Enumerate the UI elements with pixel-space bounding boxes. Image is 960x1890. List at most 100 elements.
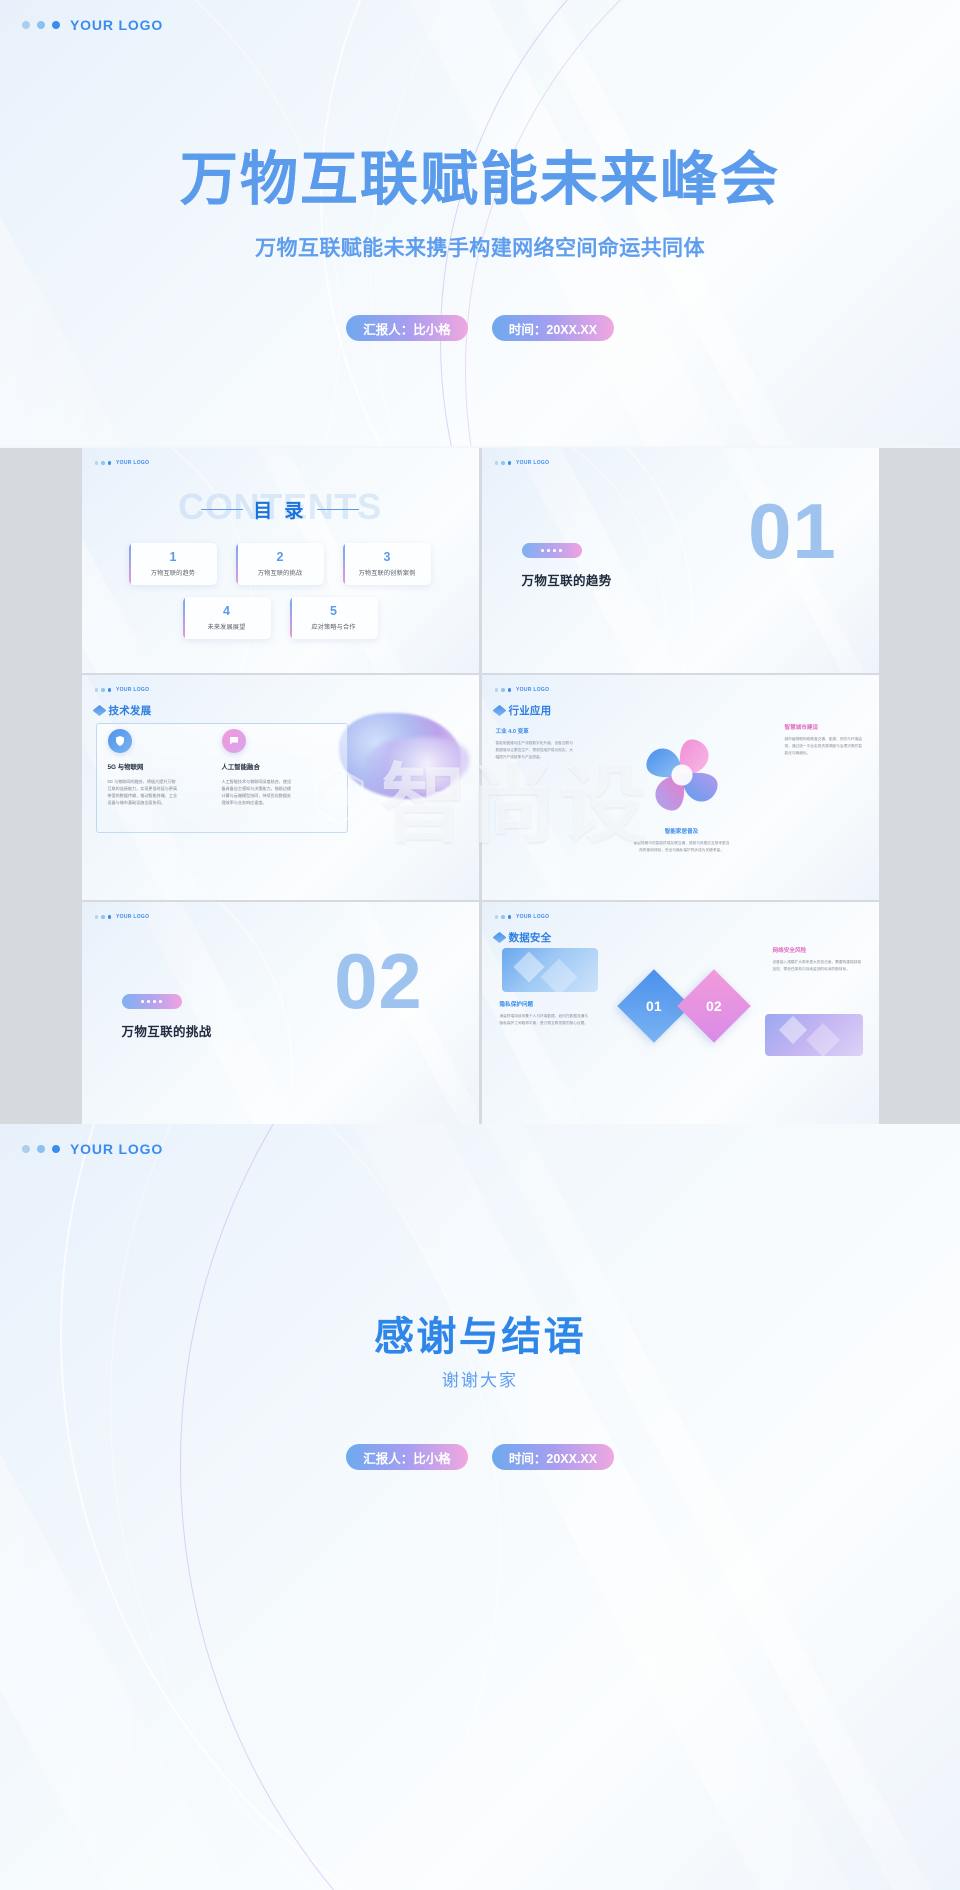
card-label: 应对策略与合作 <box>311 624 356 632</box>
contents-card-list: 1 万物互联的趋势 2 万物互联的挑战 3 万物互联的创新案例 4 未来发展展望… <box>104 543 457 639</box>
data-heading: 数据安全 <box>508 932 552 944</box>
logo-text: YOUR LOGO <box>516 687 550 693</box>
industry-heading-row: 行业应用 <box>491 703 552 718</box>
card-number: 5 <box>330 603 337 618</box>
diamond-icon <box>491 931 507 944</box>
tech-item-body: 5G 与物联网的融合，将极大提升万物互联的连接能力，实现更低时延与更高带宽的数据… <box>107 779 178 806</box>
logo-dots <box>94 915 115 919</box>
slide-cover: YOUR LOGO 万物互联赋能未来峰会 万物互联赋能未来携手构建网络空间命运共… <box>0 0 960 446</box>
contents-card[interactable]: 3 万物互联的创新案例 <box>343 543 431 585</box>
divider-left <box>201 508 244 511</box>
section-badge <box>521 543 582 558</box>
pinwheel-icon <box>645 739 718 811</box>
industry-heading: 行业应用 <box>508 705 552 717</box>
industry-block-title: 智慧城市建设 <box>784 725 819 731</box>
slide-data-security: YOUR LOGO 数据安全 01 02 隐私保护问题 海量终端持续采集个人与环… <box>481 902 879 1127</box>
slide-grid: YOUR LOGO CONTENTS 目 录 1 万物互联的趋势 2 万物互联的… <box>0 448 960 1127</box>
logo-contents[interactable]: YOUR LOGO <box>94 460 150 466</box>
slide-industry: YOUR LOGO 行业应用 工业 4.0 变革 智能制造推动生产流程数字化升级… <box>481 675 879 900</box>
card-label: 万物互联的创新案例 <box>358 570 416 578</box>
thanks-title: 感谢与结语 <box>374 1315 586 1359</box>
slide-section-two: YOUR LOGO 万物互联的挑战 02 <box>81 902 479 1127</box>
logo-dots <box>94 461 115 465</box>
tech-item: 5G 与物联网 5G 与物联网的融合，将极大提升万物互联的连接能力，实现更低时延… <box>107 729 220 807</box>
logo-dots <box>94 688 115 692</box>
data-block-title: 隐私保护问题 <box>499 1002 534 1008</box>
industry-block-title: 工业 4.0 变革 <box>495 729 529 735</box>
logo-text: YOUR LOGO <box>116 914 150 920</box>
presentation-preview: YOUR LOGO 万物互联赋能未来峰会 万物互联赋能未来携手构建网络空间命运共… <box>0 0 960 1890</box>
slide-section-one: YOUR LOGO 万物互联的趋势 01 <box>481 448 879 673</box>
logo-dots <box>494 688 515 692</box>
logo-thanks[interactable]: YOUR LOGO <box>22 1141 163 1157</box>
contents-card[interactable]: 2 万物互联的挑战 <box>236 543 324 585</box>
section-two-title: 万物互联的挑战 <box>121 1025 212 1039</box>
contents-card[interactable]: 5 应对策略与合作 <box>289 597 378 639</box>
slide-contents: YOUR LOGO CONTENTS 目 录 1 万物互联的趋势 2 万物互联的… <box>81 448 479 673</box>
diamond-icon <box>491 704 507 717</box>
logo-dots <box>22 21 67 29</box>
date-pill[interactable]: 时间：20XX.XX <box>492 1444 614 1470</box>
logo-dots <box>494 915 515 919</box>
tech-heading-row: 技术发展 <box>91 703 152 718</box>
diamond-label: 02 <box>705 997 722 1014</box>
logo-text: YOUR LOGO <box>116 687 150 693</box>
thanks-pills: 汇报人：比小格 时间：20XX.XX <box>0 1444 960 1470</box>
tech-item-body: 人工智能技术与物联网深度结合，使设备具备自主感知与决策能力，借助边缘计算与云端模… <box>221 779 292 806</box>
cover-pills: 汇报人：比小格 时间：20XX.XX <box>0 315 960 341</box>
divider-right <box>316 508 359 511</box>
cover-title: 万物互联赋能未来峰会 <box>0 132 960 216</box>
card-number: 1 <box>169 549 177 564</box>
section-one-title: 万物互联的趋势 <box>521 574 612 588</box>
presenter-pill[interactable]: 汇报人：比小格 <box>346 1444 468 1470</box>
presenter-pill[interactable]: 汇报人：比小格 <box>346 315 468 341</box>
industry-block-body: 城市级物联网络覆盖交通、能源、安防与环境监测，通过统一平台实现资源调度与治理决策… <box>784 737 862 755</box>
contents-heading: 目 录 <box>253 501 307 522</box>
data-image-right <box>764 1014 863 1056</box>
thanks-subtitle: 谢谢大家 <box>441 1371 519 1390</box>
logo-tech[interactable]: YOUR LOGO <box>94 687 150 693</box>
industry-block-title: 智能家居普及 <box>664 829 699 835</box>
logo-text: YOUR LOGO <box>516 460 550 466</box>
section-one-number: 01 <box>748 487 837 575</box>
diamond-icon <box>91 704 107 717</box>
industry-block-body: 智能制造推动生产流程数字化升级，设备互联与数据驱动让柔性生产、预测性维护成为现实… <box>495 741 573 759</box>
industry-block: 工业 4.0 变革 智能制造推动生产流程数字化升级，设备互联与数据驱动让柔性生产… <box>496 727 574 761</box>
contents-card[interactable]: 1 万物互联的趋势 <box>129 543 217 585</box>
diamond-label: 01 <box>645 997 662 1014</box>
tech-item-title: 5G 与物联网 <box>107 764 144 771</box>
logo-text: YOUR LOGO <box>70 17 164 33</box>
logo-data[interactable]: YOUR LOGO <box>494 914 550 920</box>
data-heading-row: 数据安全 <box>491 930 552 945</box>
card-label: 万物互联的趋势 <box>150 570 196 578</box>
data-image-left <box>501 948 598 992</box>
data-block: 网络安全风险 设备接入规模扩大带来更大的攻击面，需要构建端到端加密、零信任架构与… <box>773 946 865 973</box>
cover-subtitle: 万物互联赋能未来携手构建网络空间命运共同体 <box>255 237 705 260</box>
industry-block-body: 家庭场景中的智能终端互联互通，语音与传感交互带来更自然的使用体验，安全与隐私保护… <box>633 841 730 852</box>
chat-icon <box>221 729 246 753</box>
contents-heading-row: 目 录 <box>82 496 479 523</box>
logo-section-one[interactable]: YOUR LOGO <box>494 460 550 466</box>
date-pill[interactable]: 时间：20XX.XX <box>492 315 614 341</box>
logo-industry[interactable]: YOUR LOGO <box>494 687 550 693</box>
data-block: 隐私保护问题 海量终端持续采集个人与环境数据，如何在数据流通与隐私保护之间取得平… <box>500 1000 592 1027</box>
industry-block: 智能家居普及 家庭场景中的智能终端互联互通，语音与传感交互带来更自然的使用体验，… <box>634 827 730 854</box>
data-block-body: 设备接入规模扩大带来更大的攻击面，需要构建端到端加密、零信任架构与持续监测的纵深… <box>772 960 862 971</box>
logo-cover[interactable]: YOUR LOGO <box>22 17 163 33</box>
industry-block: 智慧城市建设 城市级物联网络覆盖交通、能源、安防与环境监测，通过统一平台实现资源… <box>785 723 865 757</box>
shield-icon <box>107 729 132 753</box>
section-badge <box>121 994 182 1009</box>
card-label: 万物互联的挑战 <box>257 570 303 578</box>
slide-thanks: YOUR LOGO 感谢与结语 谢谢大家 汇报人：比小格 时间：20XX.XX <box>0 1124 960 1890</box>
logo-text: YOUR LOGO <box>70 1141 164 1157</box>
contents-card[interactable]: 4 未来发展展望 <box>182 597 271 639</box>
logo-dots <box>494 461 515 465</box>
section-two-number: 02 <box>334 937 423 1025</box>
tech-item-title: 人工智能融合 <box>221 764 260 771</box>
card-number: 3 <box>383 549 391 564</box>
card-number: 4 <box>223 603 230 618</box>
data-block-title: 网络安全风险 <box>772 948 807 954</box>
logo-text: YOUR LOGO <box>116 460 150 466</box>
logo-section-two[interactable]: YOUR LOGO <box>94 914 150 920</box>
tech-heading: 技术发展 <box>108 705 152 717</box>
